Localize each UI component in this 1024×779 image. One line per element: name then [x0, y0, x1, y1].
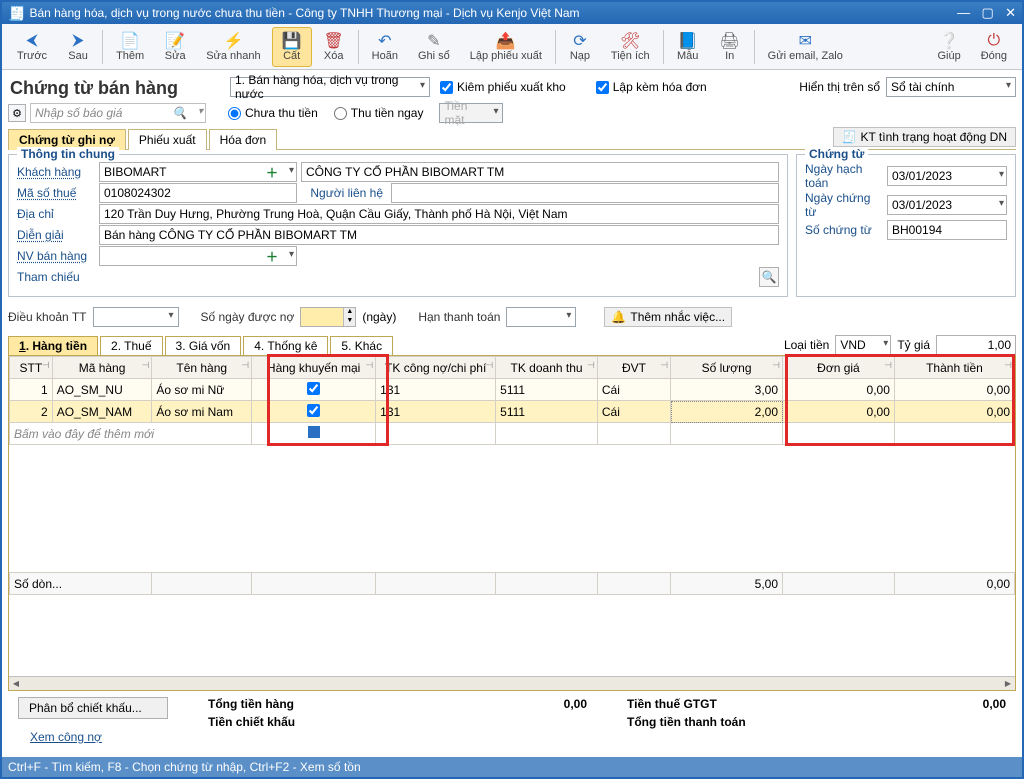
due-date-select[interactable] [506, 307, 576, 327]
payment-method-select: Tiền mặt [439, 103, 503, 123]
check-with-invoice[interactable]: Lập kèm hóa đơn [596, 80, 707, 94]
window-titlebar: 🧾 Bán hàng hóa, dịch vụ trong nước chưa … [2, 2, 1022, 24]
dropdown-icon[interactable]: ▾ [289, 249, 294, 260]
document-group: Chứng từ Ngày hạch toán03/01/2023▾ Ngày … [796, 154, 1016, 297]
grid-summary-row: Số dòn... 5,000,00 [10, 573, 1015, 595]
help-button[interactable]: ❔Giúp [928, 27, 969, 67]
add-customer-icon[interactable]: ＋ [266, 164, 278, 181]
add-button[interactable]: 📄Thêm [107, 27, 153, 67]
window-title: Bán hàng hóa, dịch vụ trong nước chưa th… [29, 6, 949, 20]
doc-date-input[interactable]: 03/01/2023▾ [887, 195, 1007, 215]
search-dropdown-icon[interactable]: ▾ [198, 106, 203, 117]
pay-later-radio[interactable]: Chưa thu tiền [228, 106, 318, 120]
dropdown-icon[interactable]: ▾ [289, 165, 294, 176]
sale-type-select[interactable]: 1. Bán hàng hóa, dịch vụ trong nước [230, 77, 430, 97]
minimize-button[interactable]: — [957, 5, 970, 20]
check-business-status-button[interactable]: 🧾KT tình trạng hoạt động DN [833, 127, 1017, 147]
reminder-icon: 🔔 [611, 310, 626, 324]
book-select[interactable]: Sổ tài chính [886, 77, 1016, 97]
grid-tab-stat[interactable]: 4. Thống kê [243, 336, 328, 355]
search-quote-input[interactable]: Nhập số báo giá 🔍 ▾ [30, 103, 206, 123]
grid-row[interactable]: 1AO_SM_NUÁo sơ mi Nữ 1315111Cái 3,000,00… [10, 379, 1015, 401]
salesperson-input[interactable]: ＋▾ [99, 246, 297, 266]
reload-button[interactable]: ⟳Nạp [560, 27, 600, 67]
maximize-button[interactable]: ▢ [981, 5, 993, 20]
prev-button[interactable]: ⮜Trước [8, 27, 56, 67]
undo-button[interactable]: ↶Hoãn [363, 27, 407, 67]
send-email-button[interactable]: ✉Gửi email, Zalo [759, 27, 852, 67]
tax-code-input[interactable]: 0108024302 [99, 183, 297, 203]
grid-tab-money[interactable]: 11. Hàng tiền. Hàng tiền [8, 336, 98, 355]
info-icon: 🧾 [842, 130, 857, 144]
grid-horizontal-scrollbar[interactable] [9, 676, 1015, 690]
grid-tab-cost[interactable]: 3. Giá vốn [165, 336, 242, 355]
grid-tab-other[interactable]: 5. Khác [330, 336, 393, 355]
save-button[interactable]: 💾Cất [272, 27, 312, 67]
status-bar: Ctrl+F - Tìm kiếm, F8 - Chọn chứng từ nh… [2, 757, 1022, 777]
close-button[interactable]: ⏻Đóng [972, 27, 1016, 67]
pay-now-radio[interactable]: Thu tiền ngay [334, 106, 424, 120]
view-debt-button[interactable]: Xem công nợ [18, 727, 168, 747]
exchange-rate-input[interactable] [936, 335, 1016, 355]
app-icon: 🧾 [8, 5, 25, 22]
close-window-button[interactable]: ✕ [1005, 5, 1016, 20]
settings-gear-icon[interactable]: ⚙ [8, 104, 26, 122]
address-input[interactable]: 120 Trần Duy Hưng, Phường Trung Hoà, Quậ… [99, 204, 779, 224]
doc-no-input[interactable]: BH00194 [887, 220, 1007, 240]
promo-checkbox[interactable] [307, 404, 320, 417]
template-button[interactable]: 📘Mẫu [668, 27, 708, 67]
grid-header-row: STT⊣ Mã hàng⊣ Tên hàng⊣ Hàng khuyến mại⊣… [10, 357, 1015, 379]
check-issue-slip[interactable]: Kiêm phiếu xuất kho [440, 80, 566, 94]
print-button[interactable]: 🖨In [710, 27, 750, 67]
edit-button[interactable]: 📝Sửa [155, 27, 195, 67]
page-title: Chứng từ bán hàng [8, 74, 180, 105]
grid-tab-tax[interactable]: 2. Thuế [100, 336, 162, 355]
payment-term-select[interactable] [93, 307, 179, 327]
description-input[interactable]: Bán hàng CÔNG TY CỔ PHẦN BIBOMART TM [99, 225, 779, 245]
utilities-button[interactable]: 🛠Tiện ích [602, 27, 659, 67]
currency-select[interactable]: VND [835, 335, 891, 355]
main-toolbar: ⮜Trước ⮞Sau 📄Thêm 📝Sửa ⚡Sửa nhanh 💾Cất 🗑… [2, 24, 1022, 70]
customer-name-input[interactable]: CÔNG TY CỔ PHẦN BIBOMART TM [301, 162, 779, 182]
customer-code-input[interactable]: BIBOMART＋▾ [99, 162, 297, 182]
delete-button[interactable]: 🗑Xóa [314, 27, 354, 67]
write-button[interactable]: ✎Ghi sổ [409, 27, 459, 67]
issue-slip-button[interactable]: 📤Lập phiếu xuất [461, 27, 551, 67]
tab-issue-slip[interactable]: Phiếu xuất [128, 129, 207, 150]
quick-edit-button[interactable]: ⚡Sửa nhanh [197, 27, 269, 67]
reference-lookup-icon[interactable]: 🔍 [759, 267, 779, 287]
line-items-grid: STT⊣ Mã hàng⊣ Tên hàng⊣ Hàng khuyến mại⊣… [8, 355, 1016, 691]
search-icon[interactable]: 🔍 [172, 106, 187, 120]
grid-add-row[interactable]: Bấm vào đây để thêm mới [10, 423, 1015, 445]
tab-invoice[interactable]: Hóa đơn [209, 129, 278, 150]
next-button[interactable]: ⮞Sau [58, 27, 98, 67]
add-reminder-button[interactable]: 🔔Thêm nhắc việc... [604, 307, 732, 327]
add-salesperson-icon[interactable]: ＋ [266, 248, 278, 265]
grid-row[interactable]: 2AO_SM_NAMÁo sơ mi Nam 1315111Cái 2,000,… [10, 401, 1015, 423]
allocate-discount-button[interactable]: Phân bổ chiết khấu... [18, 697, 168, 719]
contact-input[interactable] [391, 183, 779, 203]
display-book-label: Hiển thị trên sổ [799, 80, 880, 94]
post-date-input[interactable]: 03/01/2023▾ [887, 166, 1007, 186]
promo-checkbox[interactable] [307, 382, 320, 395]
credit-days-input[interactable]: ▲▼ [300, 307, 356, 327]
general-info-group: Thông tin chung Khách hàng BIBOMART＋▾ CÔ… [8, 154, 788, 297]
